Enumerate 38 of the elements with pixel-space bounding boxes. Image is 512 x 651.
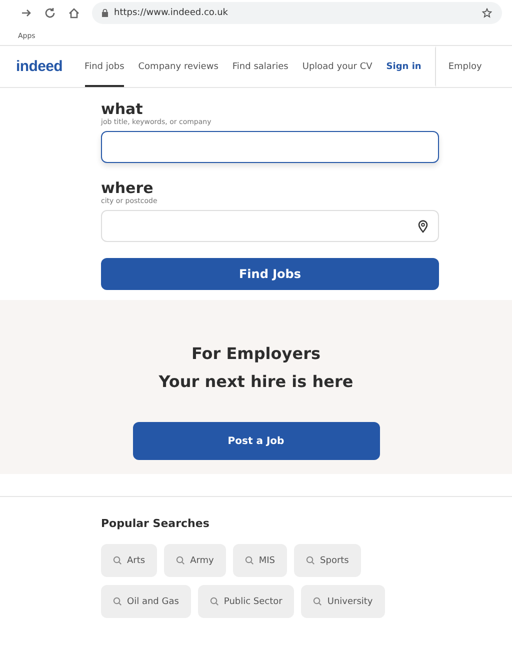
search-chip[interactable]: MIS [232,544,288,577]
search-chip[interactable]: Sports [294,544,361,577]
home-icon[interactable] [68,7,80,19]
search-icon [244,556,254,565]
nav-link[interactable]: Find salaries [232,46,288,87]
location-field[interactable] [101,210,439,242]
section-title: Popular Searches [101,517,210,530]
search-chip[interactable]: Arts [101,544,158,577]
location-pin-icon [418,220,428,232]
nav-link[interactable]: Employ [448,46,482,87]
search-chip[interactable]: University [301,585,385,618]
url-text: https://www.indeed.co.uk [114,8,228,18]
search-icon [113,597,122,606]
search-icon [176,556,186,565]
logo[interactable]: indeed [16,58,63,75]
nav-link[interactable]: Find jobs [84,46,124,87]
field-label: what [101,100,144,118]
employers-subtitle: Your next hire is here [158,371,354,393]
search-icon [113,556,122,565]
search-icon [306,556,316,565]
search-chip[interactable]: Army [164,544,226,577]
search-chip[interactable]: Public Sector [198,585,294,618]
search-chip[interactable]: Oil and Gas [101,585,191,618]
star-icon[interactable] [482,8,492,18]
forward-icon[interactable] [20,7,32,19]
reload-icon[interactable] [44,7,56,19]
address-bar[interactable]: https://www.indeed.co.uk [92,2,502,24]
search-field[interactable] [101,131,439,163]
field-label: where [101,179,154,197]
nav-link[interactable]: Upload your CV [302,46,372,87]
lock-icon [102,9,108,17]
nav-link[interactable]: Company reviews [138,46,218,87]
search-icon [210,597,219,606]
employers-title: For Employers [192,343,320,365]
sign-in-link[interactable]: Sign in [386,46,436,87]
find-jobs-button[interactable]: Find Jobs [101,258,439,290]
post-job-button[interactable]: Post a Job [132,422,380,460]
search-icon [313,597,322,606]
